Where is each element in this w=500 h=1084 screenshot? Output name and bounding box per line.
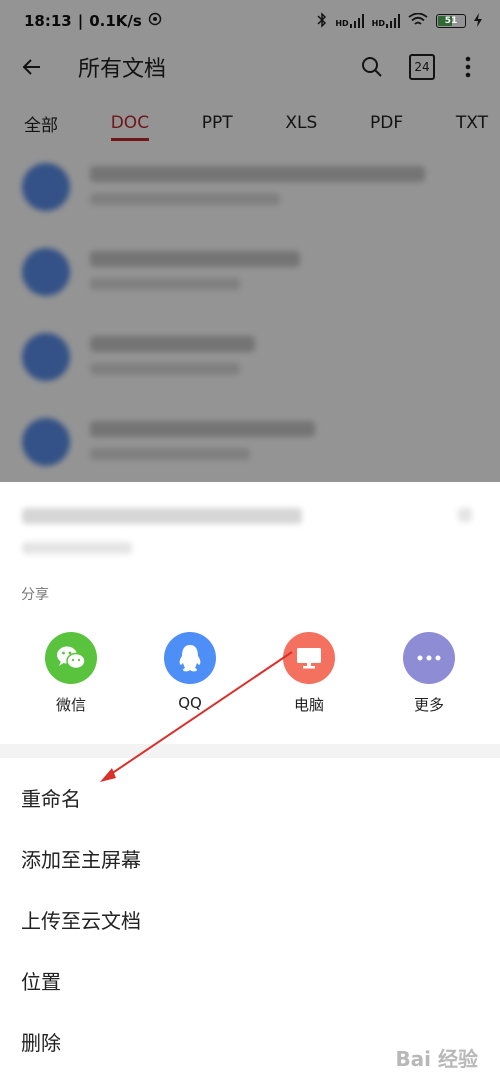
selected-file-header: [0, 482, 500, 572]
wechat-icon: [45, 632, 97, 684]
dim-overlay[interactable]: [0, 0, 500, 482]
action-sheet: 分享 微信 QQ 电脑 更多 重命名 添加至主屏幕 上传至云文档 位置 删除: [0, 482, 500, 1084]
share-more-button[interactable]: 更多: [389, 632, 469, 715]
share-section-label: 分享: [21, 587, 49, 603]
watermark-logo: Bai 经验: [395, 1047, 478, 1071]
upload-to-cloud-menu-item[interactable]: 上传至云文档: [0, 889, 500, 950]
section-divider: [0, 744, 500, 758]
share-computer-button[interactable]: 电脑: [269, 632, 349, 715]
location-menu-item[interactable]: 位置: [0, 950, 500, 1011]
rename-menu-item[interactable]: 重命名: [0, 767, 500, 828]
share-qq-button[interactable]: QQ: [150, 632, 230, 712]
share-wechat-label: 微信: [55, 696, 86, 714]
more-dots-icon: [403, 632, 455, 684]
add-to-home-menu-item[interactable]: 添加至主屏幕: [0, 828, 500, 889]
share-qq-label: QQ: [178, 694, 202, 712]
qq-icon: [164, 632, 216, 684]
action-menu: 重命名 添加至主屏幕 上传至云文档 位置 删除: [0, 767, 500, 1072]
share-more-label: 更多: [413, 696, 444, 714]
monitor-icon: [283, 632, 335, 684]
share-wechat-button[interactable]: 微信: [31, 632, 111, 715]
share-computer-label: 电脑: [293, 696, 324, 714]
